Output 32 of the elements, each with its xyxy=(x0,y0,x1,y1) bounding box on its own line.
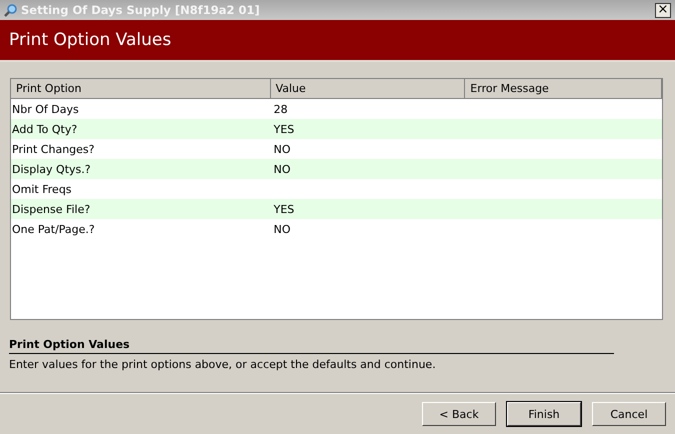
dialog-button[interactable]: Finish xyxy=(507,402,581,426)
table-row[interactable]: Dispense File? YES xyxy=(11,199,662,219)
value-cell: YES xyxy=(274,122,294,136)
table-row[interactable]: Nbr Of Days 28 xyxy=(11,99,662,119)
table-row[interactable]: Add To Qty? YES xyxy=(11,119,662,139)
option-cell: Add To Qty? xyxy=(12,122,78,136)
option-cell: Dispense File? xyxy=(12,202,90,216)
dialog-button[interactable]: Cancel xyxy=(592,402,666,426)
table-row[interactable]: Omit Freqs xyxy=(11,179,662,199)
page-title: Print Option Values xyxy=(9,30,172,50)
option-cell: Nbr Of Days xyxy=(12,102,79,116)
column-header[interactable]: Value xyxy=(270,79,466,98)
option-cell: Print Changes? xyxy=(12,142,94,156)
window-title: Setting Of Days Supply [N8f19a2 01] xyxy=(21,3,261,17)
column-header[interactable]: Print Option xyxy=(11,79,271,98)
value-cell: NO xyxy=(274,222,290,236)
table-row[interactable]: Display Qtys.? NO xyxy=(11,159,662,179)
table-row[interactable]: One Pat/Page.? NO xyxy=(11,219,662,239)
dialog-button[interactable]: < Back xyxy=(422,402,496,426)
value-cell: NO xyxy=(274,142,290,156)
option-cell: Display Qtys.? xyxy=(12,162,91,176)
value-cell: NO xyxy=(274,162,290,176)
table-row[interactable]: Print Changes? NO xyxy=(11,139,662,159)
help-text: Enter values for the print options above, or accept the defaults and continue. xyxy=(9,358,437,371)
option-cell: Omit Freqs xyxy=(12,182,72,196)
option-cell: One Pat/Page.? xyxy=(12,222,95,236)
help-title: Print Option Values xyxy=(9,338,614,354)
magnifier-icon xyxy=(4,3,18,17)
column-header[interactable]: Error Message xyxy=(465,79,662,98)
value-cell: YES xyxy=(274,202,294,216)
close-button[interactable]: × xyxy=(655,2,671,18)
value-cell: 28 xyxy=(274,102,288,116)
